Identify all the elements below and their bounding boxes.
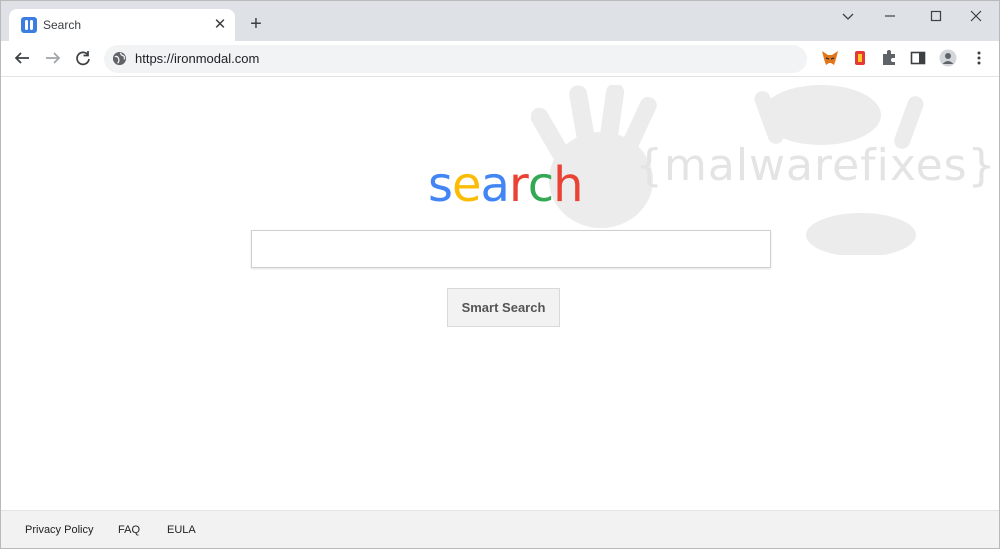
logo-letter: r xyxy=(508,157,529,213)
tab-close-icon[interactable]: ✕ xyxy=(211,16,229,34)
logo-letter: h xyxy=(553,157,583,213)
minimize-icon[interactable] xyxy=(867,1,913,31)
logo-letter: a xyxy=(480,157,510,213)
eula-link[interactable]: EULA xyxy=(167,524,196,536)
metamask-fox-icon[interactable] xyxy=(821,49,839,67)
faq-link[interactable]: FAQ xyxy=(118,524,140,536)
globe-icon[interactable] xyxy=(112,51,127,66)
reload-icon[interactable] xyxy=(72,47,94,69)
page-content: {malwarefixes} search Smart Search xyxy=(1,77,999,510)
smart-search-button[interactable]: Smart Search xyxy=(447,288,560,327)
toolbar: https://ironmodal.com xyxy=(1,41,999,77)
side-panel-icon[interactable] xyxy=(909,49,927,67)
close-window-icon[interactable] xyxy=(953,1,999,31)
watermark-text: {malwarefixes} xyxy=(635,140,997,191)
logo-letter: s xyxy=(428,157,453,213)
profile-avatar-icon[interactable] xyxy=(939,49,957,67)
tab-title: Search xyxy=(43,18,82,32)
browser-window: Search ✕ + https://ironmodal.com {malwar… xyxy=(0,0,1000,549)
favicon-icon xyxy=(21,17,37,33)
title-bar: Search ✕ + xyxy=(1,1,999,41)
logo-letter: e xyxy=(452,157,482,213)
extension-red-icon[interactable] xyxy=(851,49,869,67)
logo-letter: c xyxy=(527,157,554,213)
more-options-icon[interactable] xyxy=(970,49,988,67)
privacy-policy-link[interactable]: Privacy Policy xyxy=(25,524,93,536)
forward-arrow-icon[interactable] xyxy=(42,47,64,69)
url-text[interactable]: https://ironmodal.com xyxy=(135,51,259,66)
address-bar[interactable]: https://ironmodal.com xyxy=(104,45,807,73)
back-arrow-icon[interactable] xyxy=(11,47,33,69)
search-logo: search xyxy=(428,157,584,213)
tab-search[interactable]: Search ✕ xyxy=(9,9,235,41)
tab-search-dropdown-icon[interactable] xyxy=(825,1,871,31)
extensions-puzzle-icon[interactable] xyxy=(880,49,898,67)
search-input[interactable] xyxy=(251,230,771,268)
new-tab-button[interactable]: + xyxy=(245,13,267,35)
footer: Privacy Policy FAQ EULA xyxy=(1,510,999,548)
